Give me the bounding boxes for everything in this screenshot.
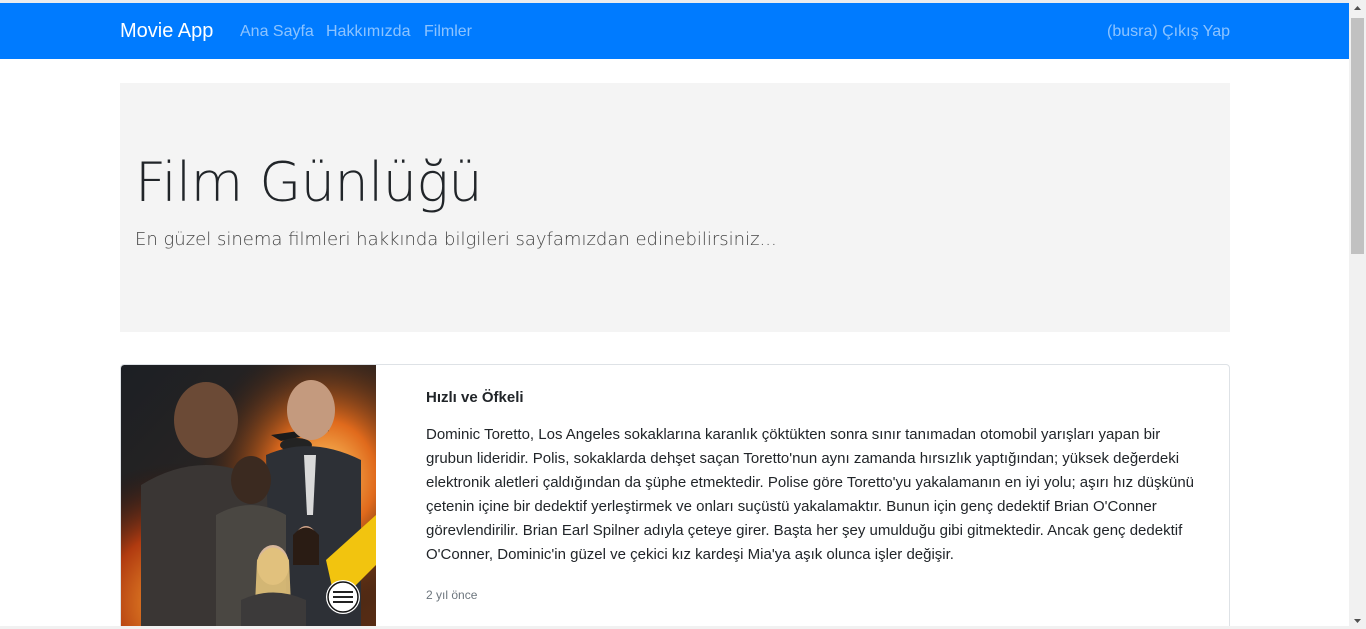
navbar: Movie App Ana Sayfa Hakkımızda Filmler (… — [0, 3, 1349, 59]
hero-title: Film Günlüğü — [135, 151, 483, 214]
movie-card: Hızlı ve Öfkeli Dominic Toretto, Los Ang… — [120, 364, 1230, 629]
movie-card-body: Hızlı ve Öfkeli Dominic Toretto, Los Ang… — [426, 387, 1206, 603]
movie-description: Dominic Toretto, Los Angeles sokaklarına… — [426, 426, 1195, 563]
movie-timestamp: 2 yıl önce — [426, 588, 478, 602]
hero-jumbotron: Film Günlüğü En güzel sinema filmleri ha… — [120, 83, 1230, 332]
nav-link-about[interactable]: Hakkımızda — [326, 22, 410, 42]
logout-link[interactable]: (busra) Çıkış Yap — [1107, 22, 1230, 42]
scroll-down-arrow-icon[interactable] — [1349, 612, 1366, 629]
scrollbar-thumb[interactable] — [1351, 18, 1364, 254]
brand-link[interactable]: Movie App — [120, 19, 213, 43]
nav-link-home[interactable]: Ana Sayfa — [240, 22, 314, 42]
vertical-scrollbar[interactable] — [1349, 0, 1366, 629]
nav-link-movies[interactable]: Filmler — [424, 22, 472, 42]
movie-title[interactable]: Hızlı ve Öfkeli — [426, 387, 1206, 409]
movie-poster-image[interactable] — [121, 365, 376, 629]
scroll-up-arrow-icon[interactable] — [1349, 0, 1366, 17]
hero-lead: En güzel sinema filmleri hakkında bilgil… — [135, 229, 777, 250]
